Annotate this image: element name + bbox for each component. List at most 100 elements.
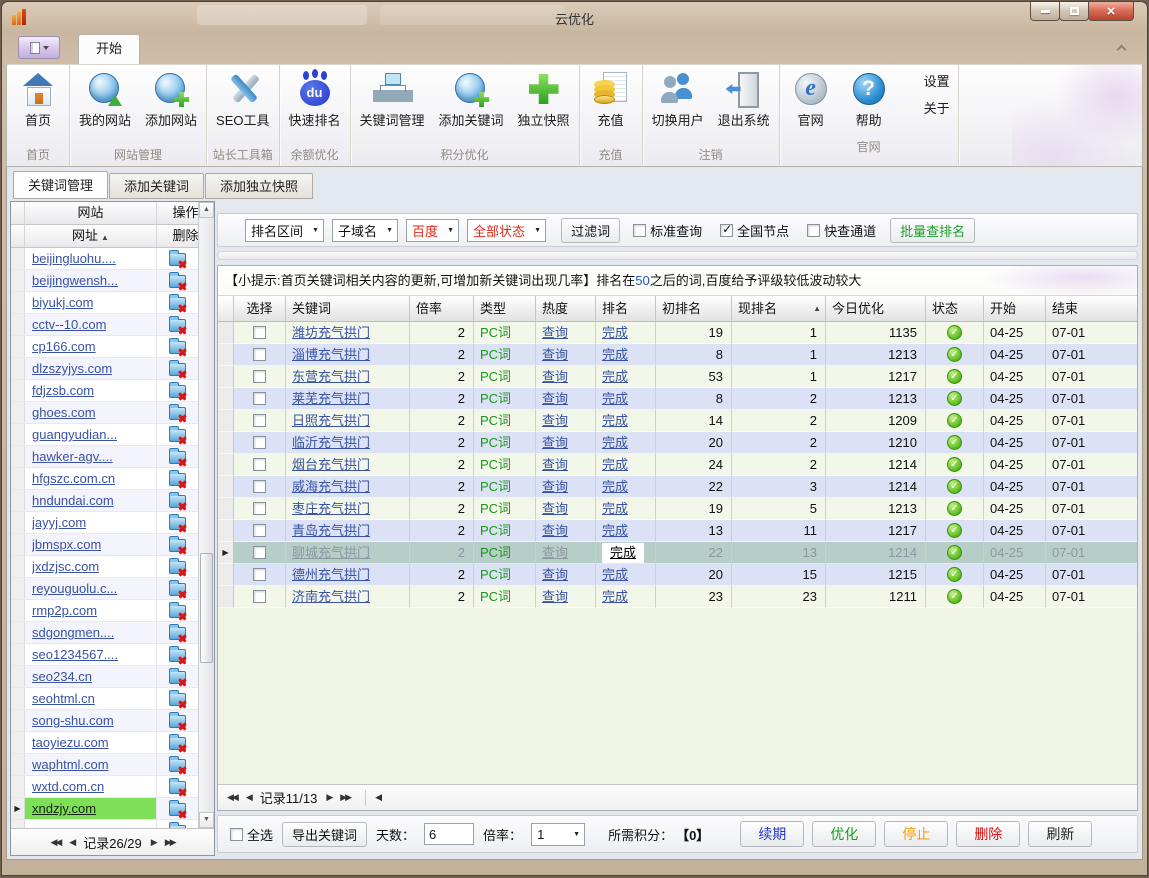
row-checkbox[interactable] [253,568,266,581]
search-engine-select[interactable]: 百度▼ [406,219,459,242]
site-row[interactable]: dlzszyjys.com [11,358,198,380]
hot-query-link[interactable]: 查询 [542,479,568,494]
keyword-link[interactable]: 临沂充气拱门 [292,435,370,450]
next-page-icon[interactable]: ▶ [326,792,331,803]
ribbon-button[interactable]: 首页 [9,65,67,146]
site-link[interactable]: jxdzjsc.com [32,559,99,574]
site-row[interactable]: ghoes.com [11,402,198,424]
scroll-up-icon[interactable]: ▲ [199,202,214,218]
row-checkbox[interactable] [253,590,266,603]
keyword-row[interactable]: 烟台充气拱门 2 PC词 查询 完成 24 2 1214 04-25 07-01 [218,454,1137,476]
site-row[interactable]: reyouguolu.c... [11,578,198,600]
delete-site-button[interactable] [157,295,198,310]
header-select[interactable]: 选择 [234,296,286,321]
rank-status-link[interactable]: 完成 [602,479,628,494]
site-row[interactable]: song-shu.com [11,710,198,732]
site-row[interactable]: cp166.com [11,336,198,358]
site-row[interactable]: jbmspx.com [11,534,198,556]
site-row[interactable]: seo1234567.... [11,644,198,666]
row-checkbox[interactable] [253,370,266,383]
site-link[interactable]: xndzjy.com [32,801,96,816]
prev-page-icon[interactable]: ◀ [69,837,74,848]
header-today-opt[interactable]: 今日优化 [826,296,926,321]
keyword-link[interactable]: 济南充气拱门 [292,589,370,604]
site-link[interactable]: wxtd.com.cn [32,779,104,794]
keyword-link[interactable]: 日照充气拱门 [292,413,370,428]
rank-status-link[interactable]: 完成 [602,435,628,450]
rank-status-link[interactable]: 完成 [602,501,628,516]
row-checkbox[interactable] [253,348,266,361]
site-row[interactable]: fdjzsb.com [11,380,198,402]
site-link[interactable]: ghoes.com [32,405,96,420]
delete-site-button[interactable] [157,669,198,684]
site-row[interactable]: hawker-agv.... [11,446,198,468]
site-link[interactable]: hawker-agv.... [32,449,113,464]
site-link[interactable]: jayyj.com [32,515,86,530]
delete-site-button[interactable] [157,251,198,266]
site-row[interactable]: beijingluohu.... [11,248,198,270]
delete-site-button[interactable] [157,713,198,728]
column-header-site[interactable]: 网站 [25,202,157,224]
site-link[interactable]: fdjzsb.com [32,383,94,398]
first-page-icon[interactable]: ◀◀ [50,837,60,848]
keyword-row[interactable]: 淄博充气拱门 2 PC词 查询 完成 8 1 1213 04-25 07-01 [218,344,1137,366]
row-checkbox[interactable] [253,458,266,471]
delete-site-button[interactable] [157,317,198,332]
site-row[interactable]: waphtml.com [11,754,198,776]
site-link[interactable]: waphtml.com [32,757,109,772]
ribbon-button[interactable]: 添加关键词 [432,65,511,146]
first-page-icon[interactable]: ◀◀ [227,792,237,803]
select-all-checkbox[interactable]: 全选 [230,825,273,844]
site-row[interactable]: beijingwensh... [11,270,198,292]
site-link[interactable]: dlzszyjys.com [32,361,112,376]
app-menu-button[interactable] [18,36,60,59]
ribbon-button[interactable]: 充值 [582,65,640,146]
ribbon-button[interactable]: 退出系统 [711,65,777,146]
site-row[interactable]: xndzjy.com [11,798,198,820]
site-link[interactable]: seo1234567.... [32,647,118,662]
status-filter-select[interactable]: 全部状态▼ [467,219,546,242]
filter-checkbox[interactable]: 标准查询 [633,221,702,240]
keyword-link[interactable]: 烟台充气拱门 [292,457,370,472]
site-row[interactable]: taoyiezu.com [11,732,198,754]
site-row[interactable] [11,820,198,828]
site-link[interactable]: hndundai.com [32,493,114,508]
row-checkbox[interactable] [253,326,266,339]
scrollbar-thumb[interactable] [200,553,213,663]
subdomain-select[interactable]: 子域名▼ [332,219,398,242]
rank-status-link[interactable]: 完成 [602,325,628,340]
prev-page-icon[interactable]: ◀ [246,792,251,803]
header-hot[interactable]: 热度 [536,296,596,321]
hot-query-link[interactable]: 查询 [542,545,568,560]
keyword-link[interactable]: 东营充气拱门 [292,369,370,384]
delete-site-button[interactable] [157,427,198,442]
doc-tab[interactable]: 添加关键词 [109,173,204,199]
site-row[interactable]: seo234.cn [11,666,198,688]
hot-query-link[interactable]: 查询 [542,413,568,428]
site-link[interactable]: biyukj.com [32,295,93,310]
hot-query-link[interactable]: 查询 [542,567,568,582]
site-link[interactable]: guangyudian... [32,427,117,442]
keyword-row[interactable]: 聊城充气拱门 2 PC词 查询 完成 22 13 1214 04-25 07-0… [218,542,1137,564]
delete-site-button[interactable] [157,383,198,398]
site-list-scrollbar[interactable]: ▲ ▼ [198,202,214,828]
about-button[interactable]: 关于 [924,98,950,117]
hot-query-link[interactable]: 查询 [542,589,568,604]
delete-site-button[interactable] [157,449,198,464]
filter-words-button[interactable]: 过滤词 [561,218,620,243]
keyword-link[interactable]: 德州充气拱门 [292,567,370,582]
rank-status-link[interactable]: 完成 [602,567,628,582]
site-row[interactable]: sdgongmen.... [11,622,198,644]
ribbon-button[interactable]: SEO工具 [209,65,276,146]
rank-status-link[interactable]: 完成 [602,413,628,428]
action-button[interactable]: 停止 [884,821,948,847]
keyword-link[interactable]: 聊城充气拱门 [292,545,370,560]
site-row[interactable]: hfgszc.com.cn [11,468,198,490]
delete-site-button[interactable] [157,493,198,508]
header-keyword[interactable]: 关键词 [286,296,410,321]
filter-checkbox[interactable]: 快查通道 [807,221,876,240]
ribbon-button[interactable]: 关键词管理 [353,65,432,146]
header-rank[interactable]: 排名 [596,296,656,321]
delete-site-button[interactable] [157,603,198,618]
ribbon-button[interactable]: 快速排名 [282,65,348,146]
